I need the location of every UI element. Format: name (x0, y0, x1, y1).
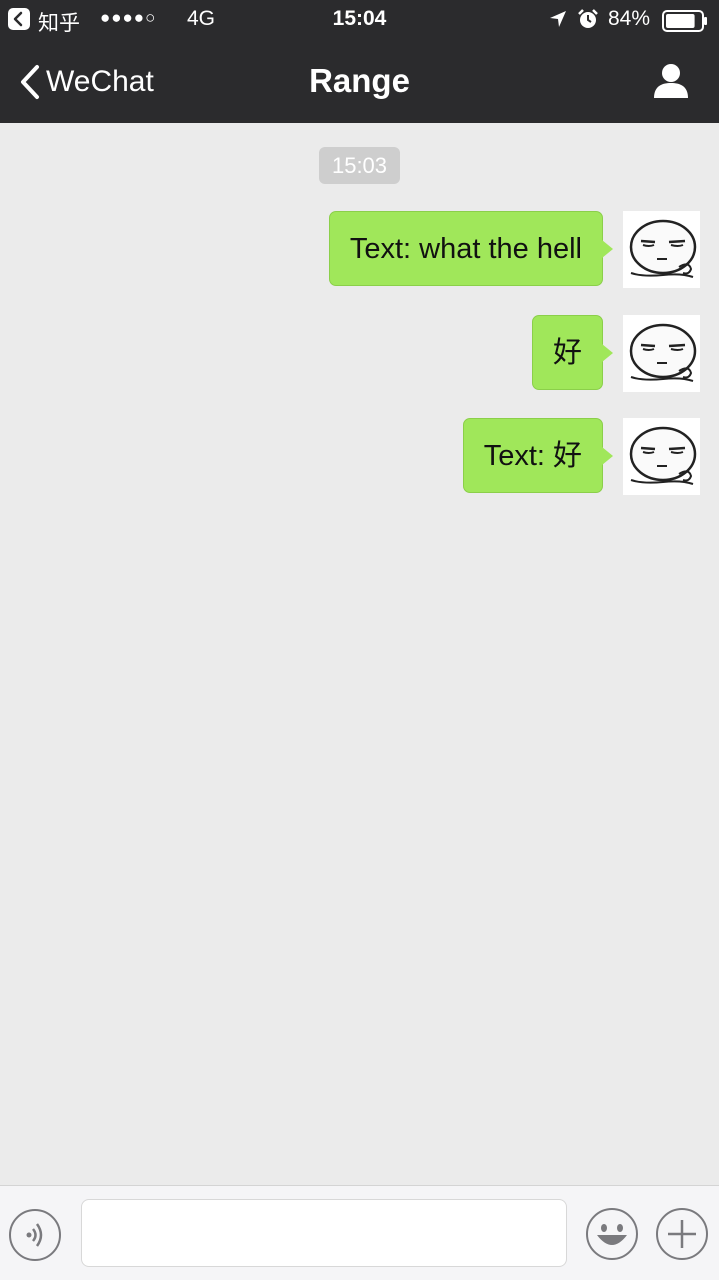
message-bubble[interactable]: Text: 好 (462, 418, 614, 493)
message-input[interactable] (81, 1199, 567, 1267)
voice-input-button[interactable] (8, 1208, 62, 1267)
battery-percentage: 84% (608, 7, 651, 30)
avatar[interactable] (623, 211, 700, 288)
voice-icon (9, 1209, 61, 1261)
input-bar (0, 1185, 719, 1280)
emoji-button[interactable] (585, 1207, 639, 1266)
chat-title: Range (309, 62, 410, 99)
message-row: Text: 好 (0, 418, 719, 495)
plus-icon (656, 1208, 708, 1260)
meme-face-avatar-icon (623, 315, 700, 392)
message-bubble[interactable]: Text: what the hell (328, 211, 614, 286)
avatar[interactable] (623, 418, 700, 495)
message-row: Text: what the hell (0, 211, 719, 288)
message-row: 好 (0, 315, 719, 392)
alarm-clock-icon (577, 8, 599, 36)
contact-profile-button[interactable] (652, 62, 690, 105)
person-icon (654, 64, 688, 98)
status-bar: 知乎 ●●●●○ 4G 15:04 84% (0, 0, 719, 40)
more-options-button[interactable] (655, 1207, 709, 1266)
meme-face-avatar-icon (623, 418, 700, 495)
meme-face-avatar-icon (623, 211, 700, 288)
message-timestamp: 15:03 (319, 147, 400, 184)
chat-area[interactable]: 15:03 Text: what the hell 好 Text: 好 (0, 123, 719, 1185)
smiley-face-icon (586, 1208, 638, 1260)
message-bubble[interactable]: 好 (531, 315, 614, 390)
nav-bar: WeChat Range (0, 40, 719, 123)
location-arrow-icon (548, 9, 568, 35)
avatar[interactable] (623, 315, 700, 392)
battery-icon (662, 10, 708, 38)
